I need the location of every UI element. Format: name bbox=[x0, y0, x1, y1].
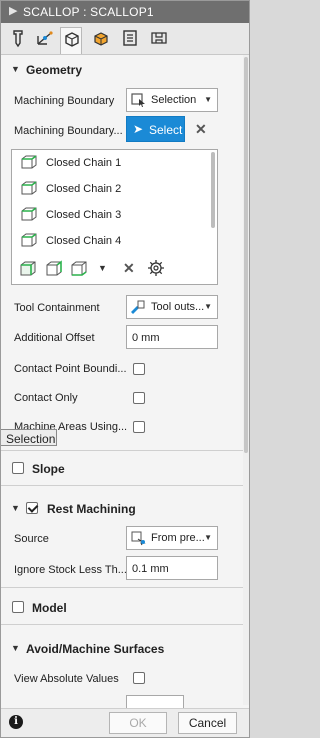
previous-operation-icon bbox=[130, 530, 148, 546]
model-section-header[interactable]: Model bbox=[1, 594, 241, 622]
view-absolute-checkbox[interactable] bbox=[133, 672, 145, 684]
model-section-title: Model bbox=[32, 601, 67, 615]
model-checkbox[interactable] bbox=[12, 601, 24, 613]
chevron-down-icon: ▼ bbox=[204, 95, 212, 104]
cursor-arrow-icon: ➤ bbox=[133, 122, 144, 136]
tool-tab-icon[interactable] bbox=[7, 27, 29, 49]
panel-scroll-thumb[interactable] bbox=[244, 57, 248, 453]
machining-boundary-dropdown[interactable]: Selection ▼ bbox=[126, 88, 218, 112]
chain-silhouette-icon[interactable] bbox=[70, 259, 88, 277]
gear-icon[interactable] bbox=[147, 259, 165, 277]
slope-section-header[interactable]: Slope bbox=[1, 455, 241, 483]
post-tab-icon[interactable] bbox=[148, 27, 170, 49]
panel-scrollbar[interactable] bbox=[243, 55, 249, 705]
title-bar[interactable]: ▶ SCALLOP : SCALLOP1 bbox=[1, 1, 249, 23]
contact-only-label: Contact Only bbox=[14, 392, 78, 404]
chain-selection-list[interactable]: Closed Chain 1 Closed Chain 2 Closed Cha… bbox=[11, 149, 218, 285]
machine-areas-checkbox[interactable] bbox=[133, 421, 145, 433]
chevron-down-icon[interactable]: ▼ bbox=[98, 263, 116, 281]
additional-offset-value: 0 mm bbox=[132, 332, 160, 344]
linking-tab-icon[interactable] bbox=[119, 27, 141, 49]
chain-label: Closed Chain 4 bbox=[46, 235, 122, 247]
contact-point-checkbox[interactable] bbox=[133, 363, 145, 375]
boundary-selection-icon bbox=[130, 92, 148, 108]
list-item[interactable]: Closed Chain 1 bbox=[12, 150, 212, 176]
caret-down-icon: ▼ bbox=[11, 643, 20, 653]
section-divider bbox=[1, 624, 249, 625]
chain-cube-icon bbox=[21, 181, 37, 195]
source-dropdown[interactable]: From pre... ▼ bbox=[126, 526, 218, 550]
caret-down-icon: ▼ bbox=[11, 64, 20, 74]
chain-label: Closed Chain 1 bbox=[46, 157, 122, 169]
source-label: Source bbox=[14, 533, 49, 545]
heights-tab-icon[interactable] bbox=[60, 27, 82, 54]
ok-button[interactable]: OK bbox=[109, 712, 167, 734]
cancel-button[interactable]: Cancel bbox=[178, 712, 237, 734]
clear-selection-icon[interactable]: ✕ bbox=[195, 121, 207, 138]
list-item[interactable]: Closed Chain 2 bbox=[12, 176, 212, 202]
info-icon[interactable]: i bbox=[9, 715, 23, 729]
boundary-select-label: Machining Boundary... bbox=[14, 125, 123, 137]
chain-cube-icon bbox=[21, 155, 37, 169]
contact-only-row: Contact Only bbox=[1, 384, 241, 412]
chain-label: Closed Chain 3 bbox=[46, 209, 122, 221]
contact-point-row: Contact Point Boundi... bbox=[1, 355, 241, 383]
chain-cube-icon bbox=[21, 233, 37, 247]
section-divider bbox=[1, 587, 249, 588]
list-item[interactable]: Closed Chain 4 bbox=[12, 228, 212, 254]
passes-tab-icon[interactable] bbox=[90, 27, 112, 49]
dialog-footer: i OK Cancel bbox=[1, 708, 249, 737]
section-divider bbox=[1, 485, 249, 486]
tool-containment-label: Tool Containment bbox=[14, 302, 100, 314]
tool-containment-value: Tool outs... bbox=[151, 301, 205, 313]
ignore-stock-label: Ignore Stock Less Th... bbox=[14, 564, 127, 576]
slope-section-title: Slope bbox=[32, 462, 65, 476]
geometry-section-title: Geometry bbox=[26, 63, 83, 77]
additional-offset-input[interactable]: 0 mm bbox=[126, 325, 218, 349]
remove-chain-icon[interactable]: ✕ bbox=[123, 260, 141, 278]
ignore-stock-value: 0.1 mm bbox=[132, 563, 169, 575]
contact-point-label: Contact Point Boundi... bbox=[14, 363, 127, 375]
chain-open-icon[interactable] bbox=[45, 259, 63, 277]
settings-scroll-area: ▼ Geometry Machining Boundary Selection … bbox=[1, 55, 249, 709]
section-divider bbox=[1, 450, 249, 451]
scallop-dialog: ▶ SCALLOP : SCALLOP1 ▼ Geometry Machinin bbox=[0, 0, 250, 738]
chain-label: Closed Chain 2 bbox=[46, 183, 122, 195]
list-item[interactable]: Closed Chain 3 bbox=[12, 202, 212, 228]
additional-offset-label: Additional Offset bbox=[14, 332, 95, 344]
selection-tooltip: Selection bbox=[1, 429, 57, 446]
select-button-label: Select bbox=[149, 123, 183, 137]
add-chain-icon[interactable] bbox=[19, 259, 37, 277]
view-absolute-row: View Absolute Values bbox=[1, 665, 241, 693]
select-button[interactable]: ➤ Select bbox=[126, 116, 185, 142]
rest-machining-section-header[interactable]: ▼ Rest Machining bbox=[1, 495, 241, 523]
chain-toolbar: ▼ ✕ bbox=[12, 254, 217, 284]
contact-only-checkbox[interactable] bbox=[133, 392, 145, 404]
tab-bar bbox=[1, 23, 249, 55]
caret-down-icon: ▼ bbox=[11, 503, 20, 513]
geometry-section-header[interactable]: ▼ Geometry bbox=[1, 56, 241, 84]
chevron-down-icon: ▼ bbox=[204, 302, 212, 311]
chevron-down-icon: ▼ bbox=[204, 533, 212, 542]
rest-machining-section-title: Rest Machining bbox=[47, 502, 136, 516]
collapse-arrow-icon[interactable]: ▶ bbox=[9, 4, 17, 17]
avoid-surfaces-section-header[interactable]: ▼ Avoid/Machine Surfaces bbox=[1, 635, 241, 663]
slope-checkbox[interactable] bbox=[12, 462, 24, 474]
partial-dropdown[interactable] bbox=[126, 695, 184, 709]
ignore-stock-input[interactable]: 0.1 mm bbox=[126, 556, 218, 580]
geometry-tab-icon[interactable] bbox=[34, 27, 56, 49]
source-value: From pre... bbox=[151, 532, 205, 544]
tooltip-text: Selection bbox=[6, 432, 56, 446]
tool-containment-dropdown[interactable]: Tool outs... ▼ bbox=[126, 295, 218, 319]
chain-cube-icon bbox=[21, 207, 37, 221]
machining-boundary-label: Machining Boundary bbox=[14, 95, 115, 107]
list-scrollbar[interactable] bbox=[211, 152, 215, 228]
rest-machining-checkbox[interactable] bbox=[26, 502, 38, 514]
tool-outside-icon bbox=[130, 299, 148, 315]
avoid-surfaces-section-title: Avoid/Machine Surfaces bbox=[26, 642, 165, 656]
view-absolute-label: View Absolute Values bbox=[14, 673, 119, 685]
machining-boundary-value: Selection bbox=[151, 94, 197, 106]
dialog-title: SCALLOP : SCALLOP1 bbox=[23, 5, 154, 19]
